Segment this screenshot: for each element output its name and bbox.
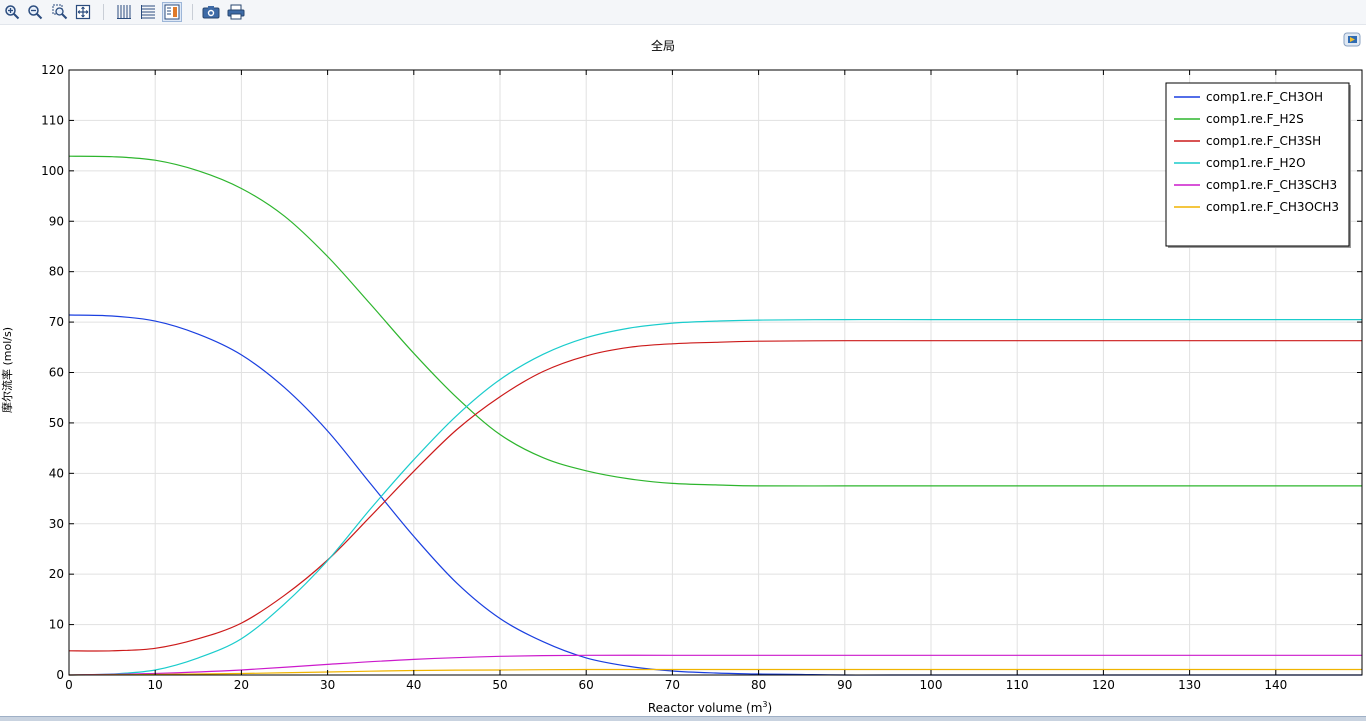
series-line (68, 654, 1363, 676)
x-tick-label: 0 (65, 678, 73, 692)
x-axis-label: Reactor volume (m3) (647, 700, 773, 715)
legend-label: comp1.re.F_CH3SCH3 (1206, 178, 1337, 192)
y-tick-label: 50 (49, 416, 64, 430)
y-tick-label: 70 (49, 315, 64, 329)
y-tick-label: 40 (49, 466, 64, 480)
y-tick-label: 80 (49, 265, 64, 279)
legend-label: comp1.re.F_CH3OCH3 (1206, 200, 1339, 214)
y-tick-label: 100 (41, 164, 64, 178)
axis-ticks: 0 10 20 30 40 50 60 70 80 90 100 110 120 130 140 0 10 20 3… (41, 63, 1362, 692)
x-tick-label: 140 (1264, 678, 1287, 692)
y-tick-label: 90 (49, 214, 64, 228)
x-grid-icon[interactable] (114, 2, 134, 22)
x-tick-label: 60 (579, 678, 594, 692)
zoom-out-icon[interactable] (25, 2, 45, 22)
y-axis-label: 摩尔流率 (mol/s) (1, 326, 14, 414)
legend-label: comp1.re.F_CH3OH (1206, 90, 1323, 104)
zoom-in-icon[interactable] (2, 2, 22, 22)
y-tick-label: 0 (56, 668, 64, 682)
x-tick-label: 120 (1092, 678, 1115, 692)
x-tick-label: 50 (492, 678, 507, 692)
x-tick-label: 70 (665, 678, 680, 692)
legend: comp1.re.F_CH3OH comp1.re.F_H2S comp1.re.F… (1165, 82, 1351, 248)
zoom-box-icon[interactable] (50, 2, 70, 22)
print-icon[interactable] (226, 2, 246, 22)
x-tick-label: 30 (320, 678, 335, 692)
x-tick-label: 40 (406, 678, 421, 692)
x-tick-label: 20 (234, 678, 249, 692)
x-tick-label: 110 (1006, 678, 1029, 692)
series-line (68, 668, 1362, 676)
y-tick-label: 120 (41, 63, 64, 77)
y-tick-label: 60 (49, 366, 64, 380)
plot-toolbar (0, 0, 1366, 25)
legend-toggle-icon[interactable] (162, 2, 182, 22)
legend-label: comp1.re.F_CH3SH (1206, 134, 1321, 148)
bottom-tab-strip (0, 716, 1366, 721)
legend-label: comp1.re.F_H2S (1206, 112, 1304, 126)
x-tick-label: 10 (148, 678, 163, 692)
y-tick-label: 110 (41, 113, 64, 127)
y-tick-label: 30 (49, 517, 64, 531)
y-tick-label: 10 (49, 618, 64, 632)
zoom-extents-icon[interactable] (73, 2, 93, 22)
x-tick-label: 90 (837, 678, 852, 692)
x-tick-label: 80 (751, 678, 766, 692)
series-line (68, 314, 1362, 676)
y-tick-label: 20 (49, 567, 64, 581)
x-tick-label: 100 (920, 678, 943, 692)
legend-label: comp1.re.F_H2O (1206, 156, 1306, 170)
y-grid-icon[interactable] (138, 2, 158, 22)
camera-icon[interactable] (201, 2, 221, 22)
x-tick-label: 130 (1178, 678, 1201, 692)
series-line (68, 340, 1362, 652)
line-chart: 0 10 20 30 40 50 60 70 80 90 100 110 120 130 140 0 10 20 3… (41, 63, 1363, 692)
